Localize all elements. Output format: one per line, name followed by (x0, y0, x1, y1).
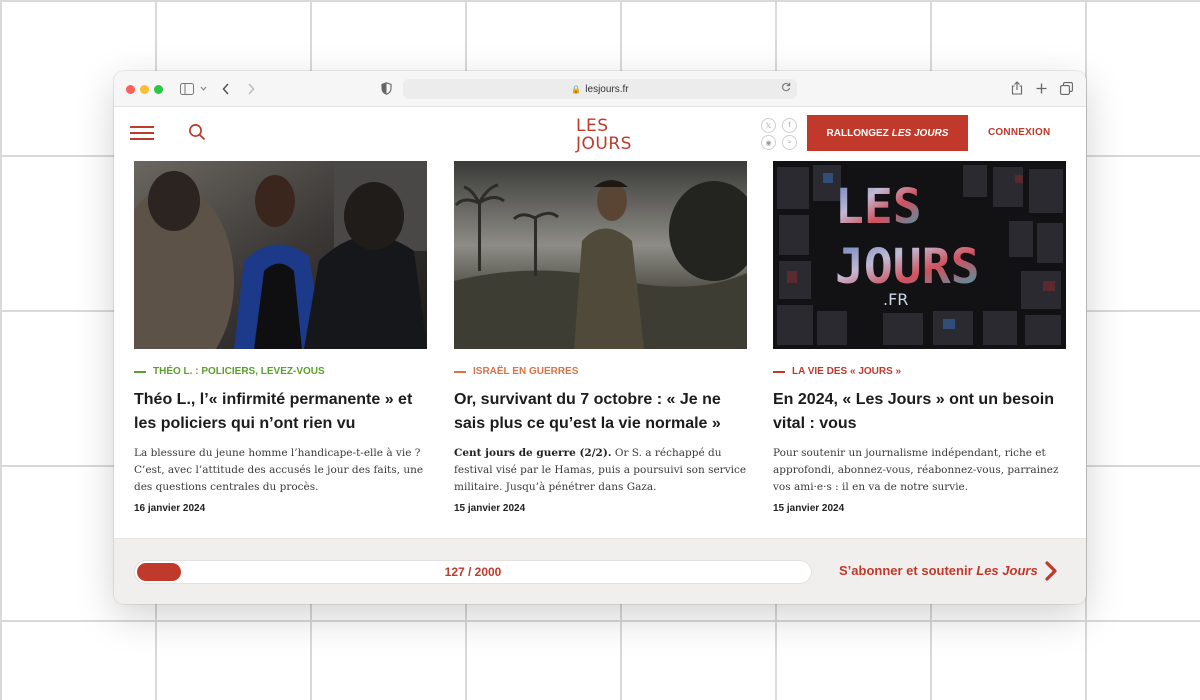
kicker-bar (773, 370, 785, 373)
search-icon[interactable] (188, 123, 206, 141)
tabs-overview-icon[interactable] (1060, 82, 1073, 95)
site-header: LES JOURS 𝕏 f ◉ ≈ RALLONGEZ LES JOURS CO… (114, 107, 1086, 161)
minimize-window-button[interactable] (140, 85, 149, 94)
subscribe-link[interactable]: S’abonner et soutenir Les Jours (839, 563, 1038, 578)
back-arrow-icon[interactable] (222, 83, 230, 95)
article-date: 15 janvier 2024 (454, 503, 526, 514)
logo-line-1: LES (576, 116, 609, 136)
close-window-button[interactable] (126, 85, 135, 94)
kicker-bar (454, 370, 466, 373)
article-date: 15 janvier 2024 (773, 503, 845, 514)
subscription-progress-bar: 127 / 2000 (134, 560, 812, 584)
image-logo-line-2: JOURS (835, 239, 980, 295)
article-date: 16 janvier 2024 (134, 503, 206, 514)
subscription-bar: 127 / 2000 S’abonner et soutenir Les Jou… (114, 538, 1086, 604)
chevron-down-icon[interactable] (200, 86, 207, 92)
kicker-label: THÉO L. : POLICIERS, LEVEZ-VOUS (153, 366, 325, 377)
article-kicker[interactable]: LA VIE DES « JOURS » (773, 366, 1066, 377)
summary-lead: Cent jours de guerre (2/2). (454, 447, 612, 459)
subscribe-header-button[interactable]: RALLONGEZ LES JOURS (807, 115, 968, 151)
image-logo-line-3: .FR (883, 290, 908, 309)
summary-text: La blessure du jeune homme l’handicape-t… (134, 447, 424, 493)
facebook-icon[interactable]: f (782, 118, 797, 133)
article-card[interactable]: THÉO L. : POLICIERS, LEVEZ-VOUS Théo L.,… (134, 161, 427, 514)
instagram-icon[interactable]: ◉ (761, 135, 776, 150)
article-summary: La blessure du jeune homme l’handicape-t… (134, 445, 427, 496)
summary-text: Pour soutenir un journalisme indépendant… (773, 447, 1059, 493)
article-card[interactable]: ISRAËL EN GUERRES Or, survivant du 7 oct… (454, 161, 747, 514)
address-bar[interactable]: 🔒 lesjours.fr (403, 79, 797, 99)
address-bar-url: lesjours.fr (585, 83, 629, 95)
subscribe-link-label: S’abonner et soutenir (839, 563, 973, 578)
site-logo[interactable]: LES JOURS (572, 113, 632, 155)
reload-icon[interactable] (781, 82, 791, 92)
share-icon[interactable] (1011, 81, 1023, 95)
logo-line-2: JOURS (575, 134, 632, 154)
x-icon[interactable]: 𝕏 (761, 118, 776, 133)
kicker-bar (134, 370, 146, 373)
browser-toolbar: 🔒 lesjours.fr (114, 71, 1086, 107)
sidebar-icon[interactable] (180, 83, 194, 95)
article-card[interactable]: LES JOURS .FR LA VIE DES « JOURS » En 20… (773, 161, 1066, 514)
subscribe-header-brand: LES JOURS (891, 127, 949, 139)
article-kicker[interactable]: ISRAËL EN GUERRES (454, 366, 747, 377)
rss-icon[interactable]: ≈ (782, 135, 797, 150)
browser-window: 🔒 lesjours.fr LES JOURS 𝕏 f ◉ ≈ RALLONGE… (114, 71, 1086, 604)
article-title[interactable]: Théo L., l’« infirmité permanente » et l… (134, 388, 427, 436)
chevron-right-icon[interactable] (1044, 560, 1058, 582)
article-summary: Cent jours de guerre (2/2). Or S. a réch… (454, 445, 747, 496)
plus-icon[interactable] (1036, 83, 1047, 94)
zoom-window-button[interactable] (154, 85, 163, 94)
article-summary: Pour soutenir un journalisme indépendant… (773, 445, 1066, 496)
subscribe-link-brand: Les Jours (976, 563, 1038, 578)
login-link[interactable]: CONNEXION (988, 127, 1050, 138)
article-photo[interactable] (454, 161, 747, 349)
article-kicker[interactable]: THÉO L. : POLICIERS, LEVEZ-VOUS (134, 366, 427, 377)
lock-icon: 🔒 (571, 84, 582, 94)
subscribe-header-label: RALLONGEZ (826, 127, 889, 139)
progress-label: 127 / 2000 (444, 565, 502, 579)
image-logo-line-1: LES (835, 179, 922, 235)
article-title[interactable]: En 2024, « Les Jours » ont un besoin vit… (773, 388, 1066, 436)
article-photo[interactable] (134, 161, 427, 349)
kicker-label: LA VIE DES « JOURS » (792, 366, 902, 377)
article-photo[interactable]: LES JOURS .FR (773, 161, 1066, 349)
menu-icon[interactable] (130, 126, 154, 140)
kicker-label: ISRAËL EN GUERRES (473, 366, 579, 377)
article-title[interactable]: Or, survivant du 7 octobre : « Je ne sai… (454, 388, 747, 436)
forward-arrow-icon[interactable] (247, 83, 255, 95)
privacy-shield-icon[interactable] (381, 82, 392, 95)
